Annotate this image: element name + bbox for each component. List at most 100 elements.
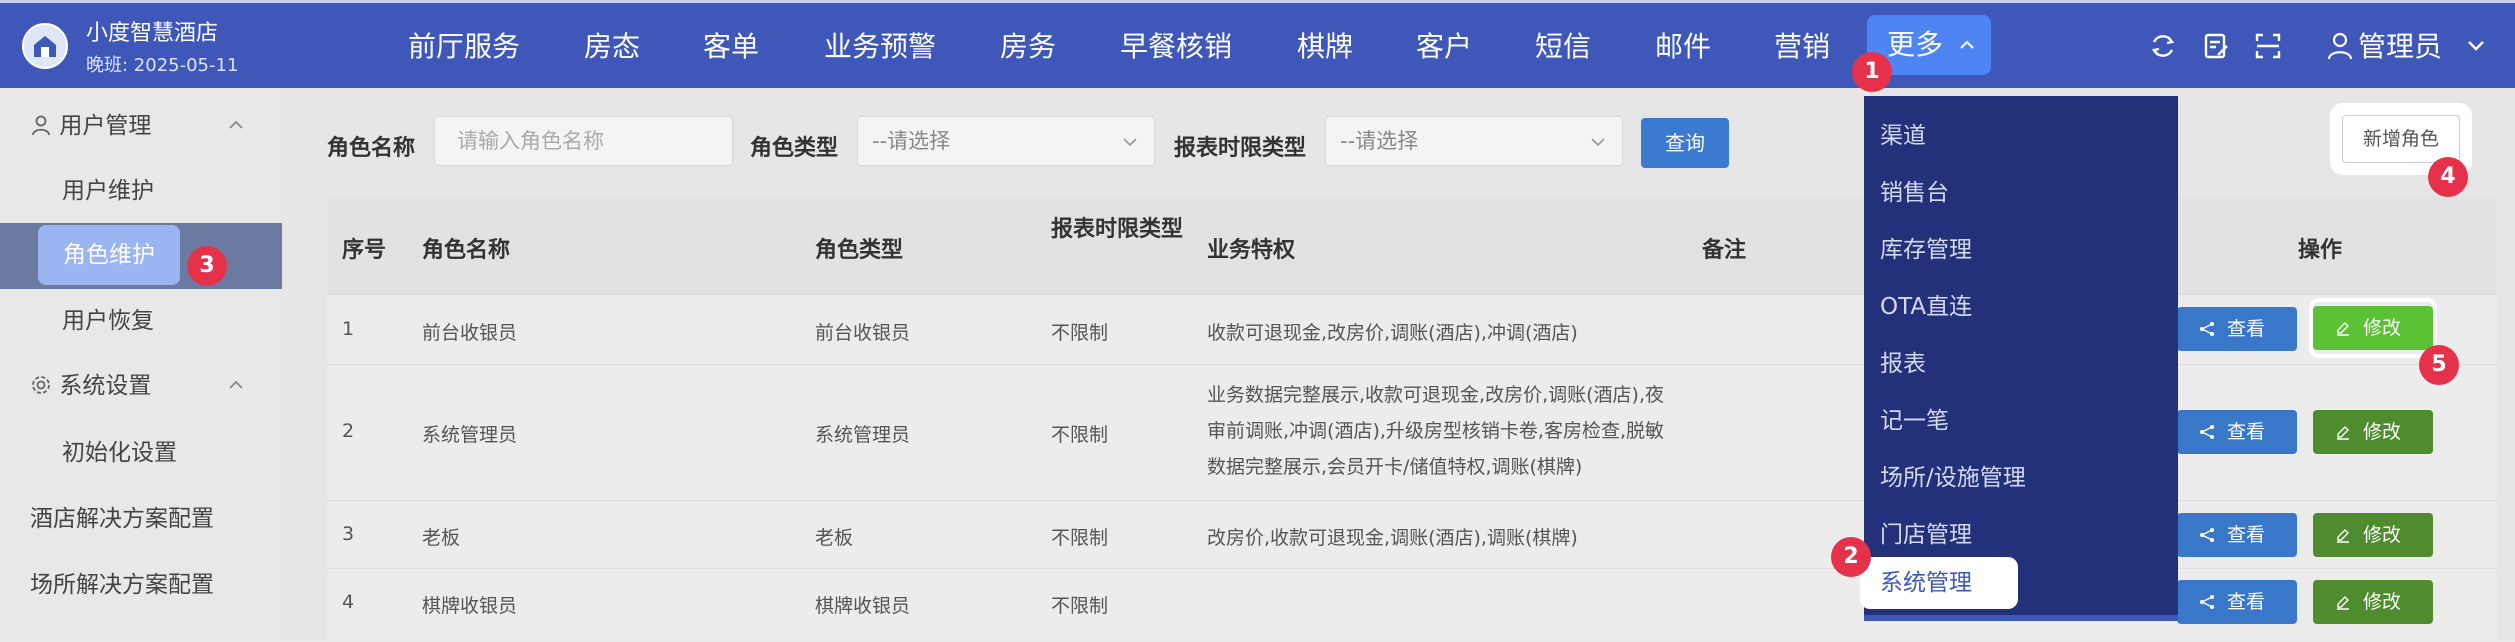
step-marker-5: 5 xyxy=(2419,345,2459,385)
row-index: 2 xyxy=(342,420,355,442)
header-name: 角色名称 xyxy=(422,238,511,263)
edit-button-label: 修改 xyxy=(2363,317,2402,339)
row-type: 棋牌收银员 xyxy=(815,595,911,617)
nav-marketing[interactable]: 营销 xyxy=(1774,3,1830,91)
sidebar: 用户管理 用户维护 角色维护 用户恢复 系统设置 初始化设置 酒店解决方案配置 … xyxy=(0,88,282,641)
chevron-down-icon[interactable] xyxy=(2466,39,2486,53)
edit-button[interactable]: 修改 xyxy=(2313,410,2433,454)
view-button[interactable]: 查看 xyxy=(2177,513,2297,557)
sidebar-item-hotel-solution[interactable]: 酒店解决方案配置 xyxy=(0,486,282,552)
menu-item-inventory[interactable]: 库存管理 xyxy=(1880,230,1972,264)
sidebar-group-user[interactable]: 用户管理 xyxy=(0,93,282,159)
menu-item-channels[interactable]: 渠道 xyxy=(1880,116,1926,150)
note-edit-icon[interactable] xyxy=(2201,31,2231,61)
role-type-select[interactable]: --请选择 xyxy=(857,116,1155,166)
edit-button[interactable]: 修改 xyxy=(2313,513,2433,557)
row-index: 4 xyxy=(342,591,355,613)
menu-item-reports[interactable]: 报表 xyxy=(1880,344,1926,378)
sidebar-item-init-settings[interactable]: 初始化设置 xyxy=(0,420,282,486)
role-name-input[interactable]: 请输入角色名称 xyxy=(434,116,733,166)
report-limit-select[interactable]: --请选择 xyxy=(1325,116,1623,166)
pencil-icon xyxy=(2337,596,2349,610)
row-privileges: 收款可退现金,改房价,调账(酒店),冲调(酒店) xyxy=(1207,322,1578,344)
sidebar-item-user-maintenance[interactable]: 用户维护 xyxy=(0,158,282,224)
shift-info: 晚班: 2025-05-11 xyxy=(86,55,239,76)
nav-sms[interactable]: 短信 xyxy=(1535,3,1591,91)
nav-customers[interactable]: 客户 xyxy=(1416,3,1472,91)
row-name: 前台收银员 xyxy=(422,322,518,344)
row-limit: 不限制 xyxy=(1051,527,1109,549)
pencil-icon xyxy=(2337,426,2349,440)
query-button[interactable]: 查询 xyxy=(1641,118,1729,168)
edit-button[interactable]: 修改 xyxy=(2313,580,2433,624)
menu-item-system-management[interactable]: 系统管理 xyxy=(1860,557,2018,609)
step-marker-4: 4 xyxy=(2428,157,2468,197)
share-icon xyxy=(2200,425,2214,439)
view-button[interactable]: 查看 xyxy=(2177,580,2297,624)
refresh-icon[interactable] xyxy=(2148,31,2178,61)
edit-button-label: 修改 xyxy=(2363,524,2402,546)
report-limit-label: 报表时限类型 xyxy=(1174,136,1307,161)
sidebar-item-role-maintenance[interactable]: 角色维护 xyxy=(38,225,180,285)
row-type: 系统管理员 xyxy=(815,424,911,446)
sidebar-group-system[interactable]: 系统设置 xyxy=(0,353,282,419)
nav-chess-cards[interactable]: 棋牌 xyxy=(1297,3,1353,91)
add-role-button[interactable]: 新增角色 xyxy=(2342,115,2460,163)
hotel-name: 小度智慧酒店 xyxy=(86,21,219,46)
share-icon xyxy=(2200,528,2214,542)
chevron-down-icon xyxy=(1591,138,1605,147)
nav-front-desk[interactable]: 前厅服务 xyxy=(408,3,520,91)
user-name[interactable]: 管理员 xyxy=(2358,3,2442,91)
row-name: 棋牌收银员 xyxy=(422,595,518,617)
menu-item-venue-facilities[interactable]: 场所/设施管理 xyxy=(1880,458,2026,492)
edit-button-label: 修改 xyxy=(2363,591,2402,613)
nav-more-label: 更多 xyxy=(1887,28,1944,61)
sidebar-item-venue-solution[interactable]: 场所解决方案配置 xyxy=(0,552,282,618)
edit-button[interactable]: 修改 xyxy=(2313,306,2433,350)
chevron-up-icon xyxy=(229,380,243,389)
header-index: 序号 xyxy=(342,238,387,263)
nav-housekeeping[interactable]: 房务 xyxy=(1000,3,1056,91)
nav-guest-orders[interactable]: 客单 xyxy=(703,3,759,91)
view-button[interactable]: 查看 xyxy=(2177,307,2297,351)
gear-icon xyxy=(32,376,50,394)
dropdown-bottom-edge xyxy=(1864,615,2178,621)
header-privileges: 业务特权 xyxy=(1207,238,1296,263)
header-remark: 备注 xyxy=(1702,238,1747,263)
nav-breakfast[interactable]: 早餐核销 xyxy=(1120,3,1232,91)
menu-item-notes[interactable]: 记一笔 xyxy=(1880,401,1949,435)
role-name-label: 角色名称 xyxy=(327,136,416,161)
menu-item-store-management[interactable]: 门店管理 xyxy=(1880,515,1972,549)
share-icon xyxy=(2200,322,2214,336)
sidebar-item-user-restore[interactable]: 用户恢复 xyxy=(0,288,282,354)
role-type-label: 角色类型 xyxy=(750,136,839,161)
nav-business-alerts[interactable]: 业务预警 xyxy=(824,3,936,91)
edit-button-highlight: 修改 xyxy=(2309,298,2437,358)
row-privileges: 业务数据完整展示,收款可退现金,改房价,调账(酒店),夜审前调账,冲调(酒店),… xyxy=(1207,384,1664,478)
view-button-label: 查看 xyxy=(2227,318,2266,340)
row-index: 3 xyxy=(342,523,355,545)
row-index: 1 xyxy=(342,318,355,340)
chevron-up-icon xyxy=(1960,40,1974,49)
share-icon xyxy=(2200,595,2214,609)
user-icon xyxy=(2327,32,2353,60)
menu-item-sales-desk[interactable]: 销售台 xyxy=(1880,173,1949,207)
nav-room-status[interactable]: 房态 xyxy=(584,3,640,91)
row-type: 老板 xyxy=(815,527,854,549)
view-button-label: 查看 xyxy=(2227,524,2266,546)
step-marker-3: 3 xyxy=(187,246,227,286)
scan-icon[interactable] xyxy=(2253,31,2283,61)
view-button[interactable]: 查看 xyxy=(2177,410,2297,454)
nav-email[interactable]: 邮件 xyxy=(1655,3,1711,91)
chevron-up-icon xyxy=(229,120,243,129)
header-report-limit: 报表时限类型 xyxy=(1051,217,1184,242)
menu-item-ota[interactable]: OTA直连 xyxy=(1880,287,1972,321)
sidebar-group-system-label: 系统设置 xyxy=(59,373,152,399)
row-limit: 不限制 xyxy=(1051,322,1109,344)
row-limit: 不限制 xyxy=(1051,424,1109,446)
row-name: 系统管理员 xyxy=(422,424,518,446)
role-type-value: --请选择 xyxy=(872,129,951,153)
pencil-icon xyxy=(2337,529,2349,543)
row-name: 老板 xyxy=(422,527,461,549)
edit-button-label: 修改 xyxy=(2363,421,2402,443)
